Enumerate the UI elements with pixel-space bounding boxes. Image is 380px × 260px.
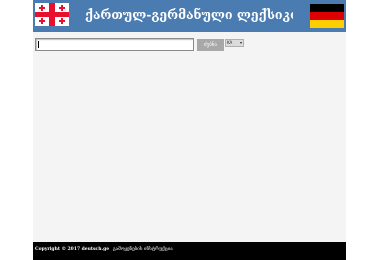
language-select[interactable]: KA ▾	[225, 39, 244, 47]
search-input[interactable]	[35, 38, 194, 51]
footer-bar: Copyright © 2017 deutsch.ge გამოყენების …	[33, 242, 346, 260]
search-row: ძებნა KA ▾	[33, 38, 346, 52]
chevron-down-icon: ▾	[239, 40, 242, 45]
text-caret	[38, 41, 39, 48]
georgia-flag-icon	[35, 3, 69, 26]
germany-flag-icon	[310, 4, 344, 28]
page-title: ქართულ-გერმანული ლექსიკონი	[85, 7, 293, 22]
instructions-link[interactable]: გამოყენების ინსტრუქცია	[113, 247, 173, 253]
content-frame: ქართულ-გერმანული ლექსიკონი ძებნა KA ▾ Co…	[33, 0, 346, 260]
page: ქართულ-გერმანული ლექსიკონი ძებნა KA ▾ Co…	[0, 0, 380, 260]
language-select-value: KA	[227, 40, 233, 45]
header-bar: ქართულ-გერმანული ლექსიკონი	[33, 0, 346, 32]
copyright-text: Copyright © 2017 deutsch.ge	[35, 247, 110, 252]
search-button[interactable]: ძებნა	[197, 39, 224, 51]
